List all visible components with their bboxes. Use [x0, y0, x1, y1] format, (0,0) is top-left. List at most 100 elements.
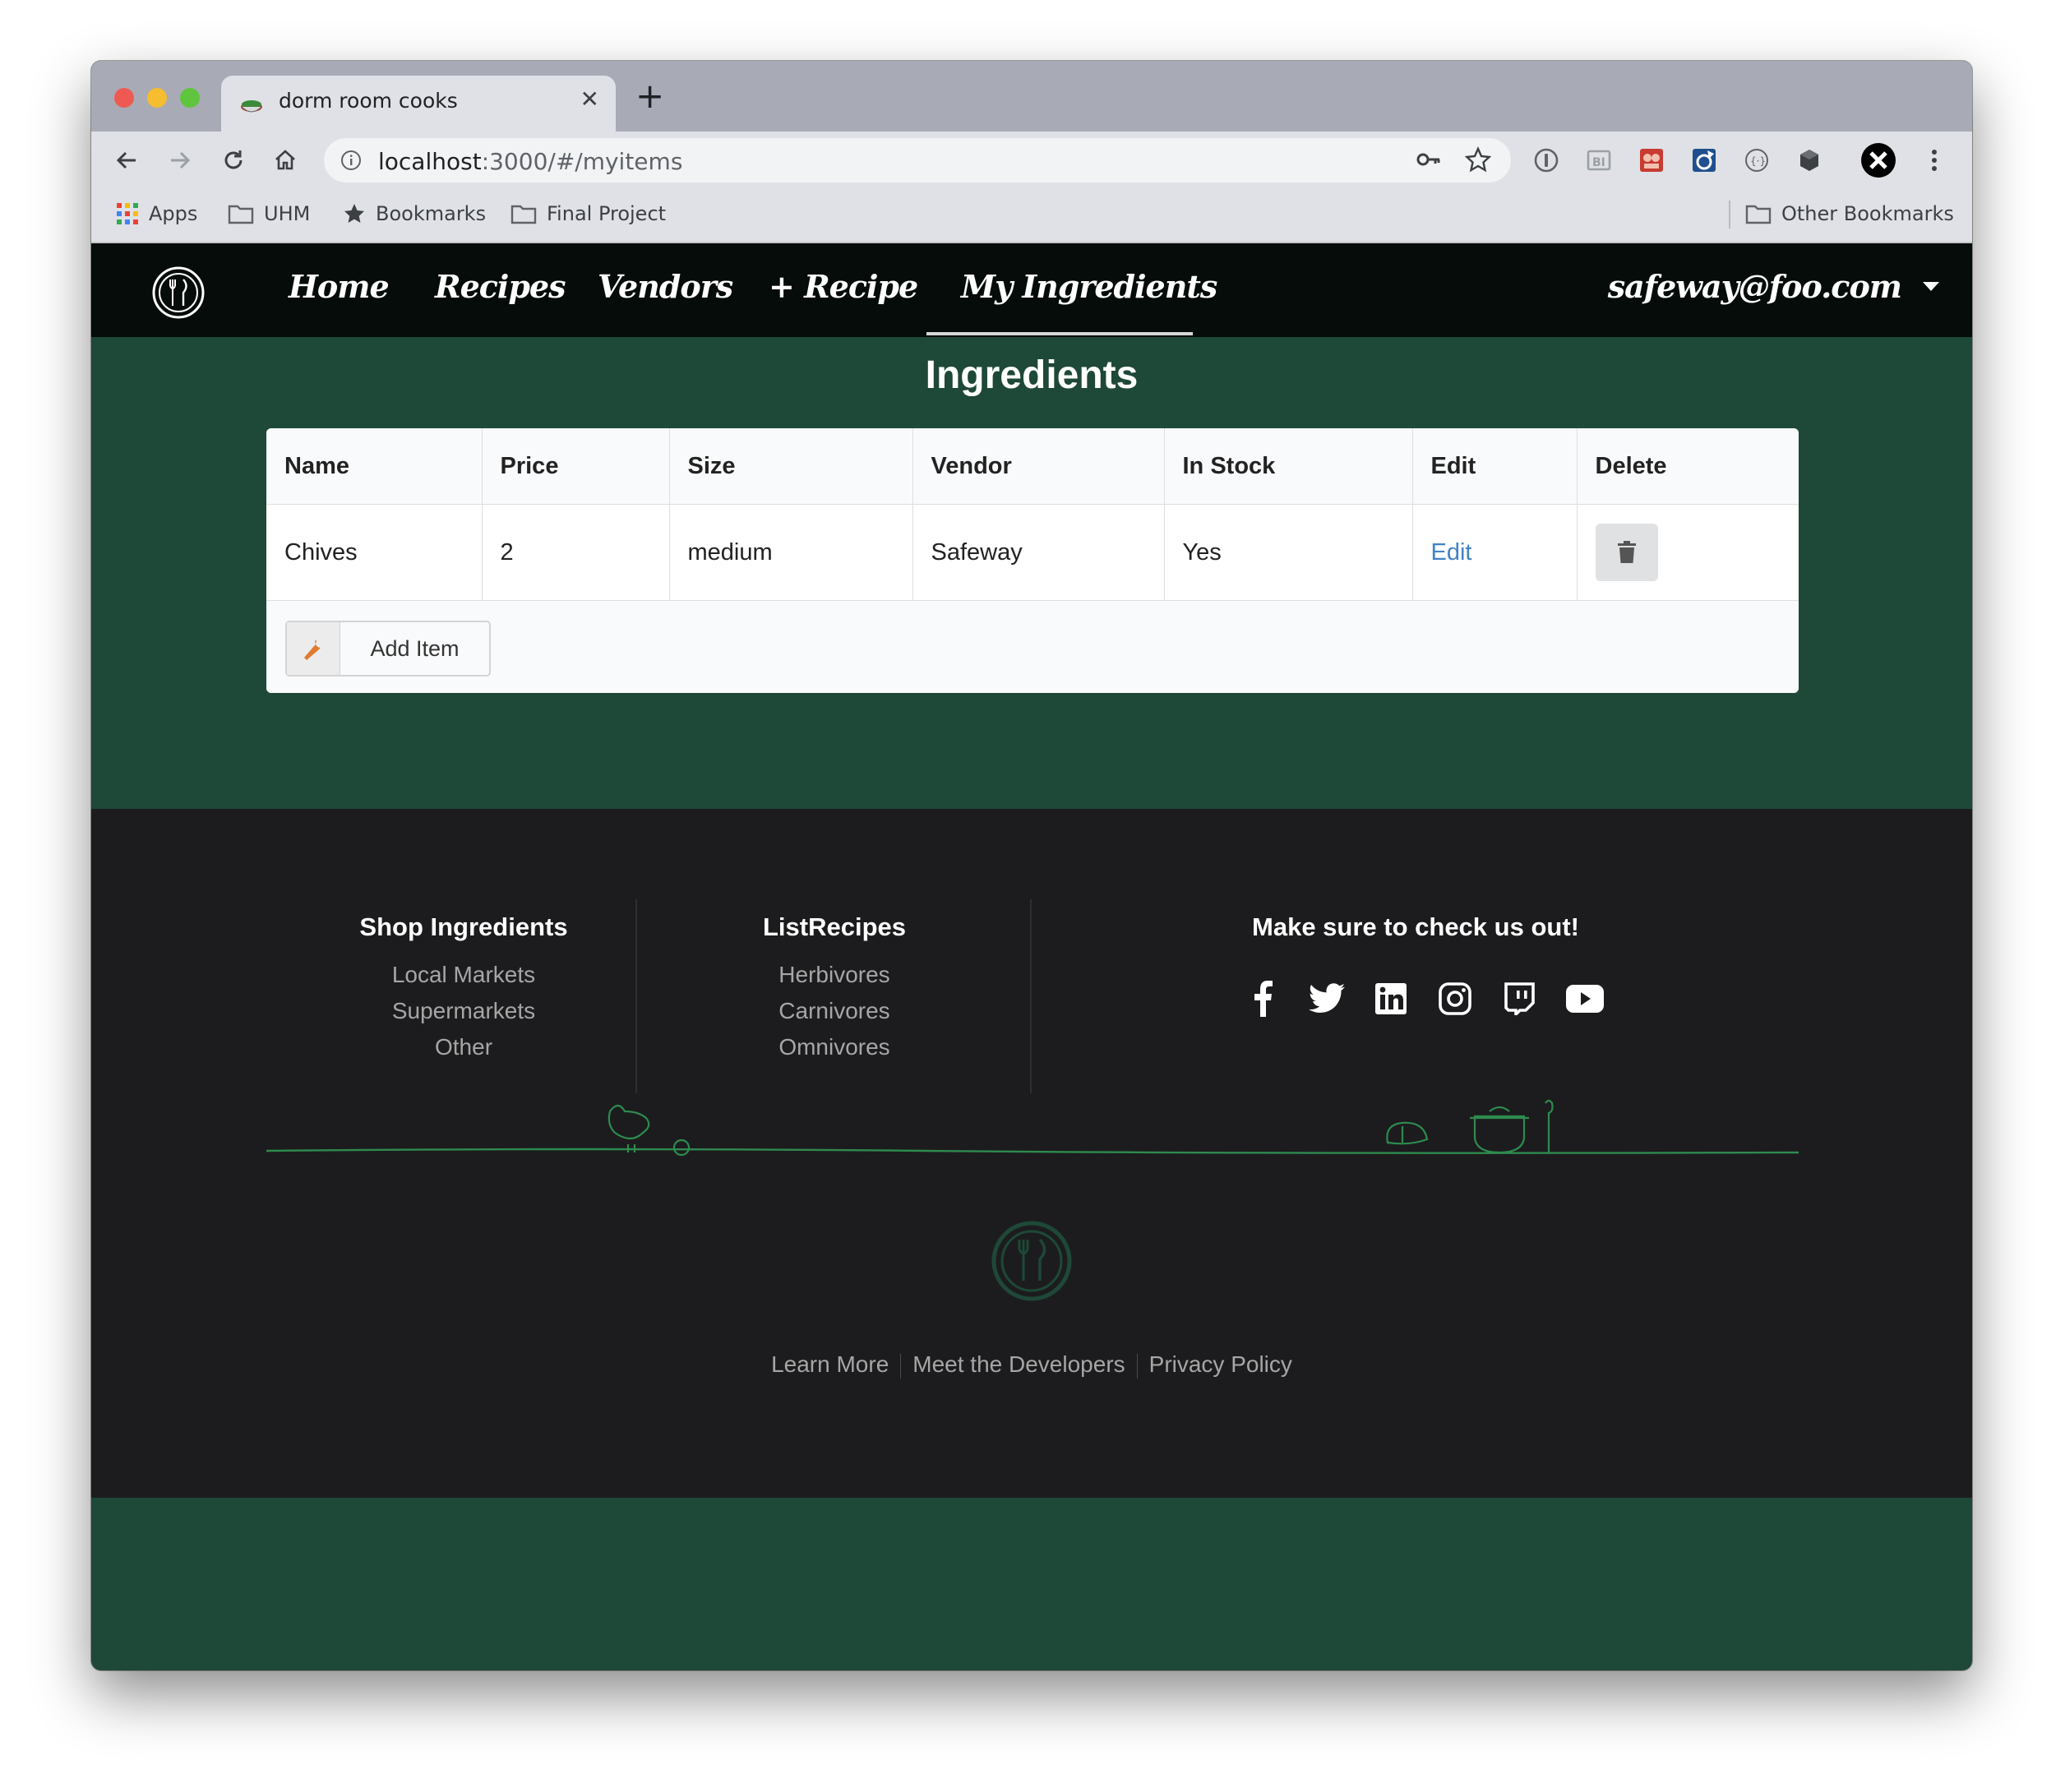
site-footer: Shop Ingredients Local Markets Supermark…: [91, 809, 1972, 1498]
bookmark-label: Other Bookmarks: [1781, 202, 1954, 225]
tab-close-icon[interactable]: ✕: [580, 85, 599, 113]
column-header-name: Name: [266, 428, 483, 505]
linkedin-icon[interactable]: [1370, 978, 1411, 1019]
user-dropdown[interactable]: safeway@foo.com: [1608, 268, 1939, 305]
arrow-right-icon: [171, 151, 191, 169]
add-item-label: Add Item: [370, 635, 460, 661]
instagram-icon[interactable]: [1434, 978, 1476, 1019]
cell-edit: Edit: [1412, 504, 1578, 601]
link-separator: [900, 1353, 902, 1379]
extension-blue-icon[interactable]: [1689, 145, 1719, 175]
link-separator: [1136, 1353, 1138, 1379]
app-navbar: Home Recipes Vendors + Recipe My Ingredi…: [91, 243, 1972, 337]
extension-1password-icon[interactable]: [1531, 145, 1561, 175]
browser-menu-icon[interactable]: [1919, 145, 1949, 175]
table-header-row: Name Price Size Vendor In Stock Edit Del…: [266, 428, 1799, 505]
star-filled-icon: [344, 204, 364, 223]
reload-button[interactable]: [213, 140, 254, 181]
cell-name: Chives: [266, 504, 483, 601]
footer-logo: [991, 1221, 1072, 1301]
forward-button[interactable]: [159, 140, 201, 181]
bookmark-label: UHM: [264, 202, 311, 225]
add-item-button[interactable]: Add Item: [285, 621, 491, 677]
table-row: Chives 2 medium Safeway Yes Edit: [266, 504, 1799, 601]
footer-link-learn-more[interactable]: Learn More: [771, 1351, 889, 1377]
kitchen-doodle-divider: [266, 1099, 1799, 1157]
reload-icon: [224, 150, 243, 169]
folder-icon: [510, 205, 537, 224]
footer-link-supermarkets[interactable]: Supermarkets: [266, 998, 661, 1024]
twitch-icon[interactable]: [1499, 978, 1540, 1019]
column-header-in-stock: In Stock: [1164, 428, 1413, 505]
youtube-icon[interactable]: [1564, 978, 1605, 1019]
address-bar[interactable]: localhost:3000/#/myitems: [324, 138, 1511, 182]
info-icon[interactable]: [340, 150, 362, 171]
star-icon[interactable]: [1465, 146, 1491, 173]
cell-price: 2: [482, 504, 670, 601]
footer-link-herbivores[interactable]: Herbivores: [637, 962, 1032, 988]
ingredients-table: Name Price Size Vendor In Stock Edit Del…: [266, 428, 1799, 601]
table-footer: Add Item: [266, 601, 1799, 693]
footer-link-omnivores[interactable]: Omnivores: [637, 1034, 1032, 1060]
home-button[interactable]: [265, 140, 306, 181]
facebook-icon[interactable]: [1242, 978, 1283, 1019]
bookmarks-bar: Apps UHM Bookmarks Final Project Other B…: [91, 189, 1972, 243]
browser-tab[interactable]: dorm room cooks ✕: [221, 76, 616, 132]
column-header-vendor: Vendor: [912, 428, 1165, 505]
bookmark-uhm[interactable]: UHM: [228, 202, 310, 225]
footer-bottom-links: Learn More Meet the Developers Privacy Pol…: [91, 1351, 1972, 1379]
footer-link-local-markets[interactable]: Local Markets: [266, 962, 661, 988]
bookmark-final-project[interactable]: Final Project: [510, 202, 666, 225]
browser-toolbar: localhost:3000/#/myitems BI {·}: [91, 132, 1972, 189]
bookmark-label: Apps: [149, 202, 198, 225]
nav-recipes[interactable]: Recipes: [435, 268, 566, 305]
footer-heading-social: Make sure to check us out!: [1252, 912, 1579, 941]
column-header-edit: Edit: [1412, 428, 1578, 505]
browser-window: dorm room cooks ✕ + localhost:3000/#/myi…: [91, 61, 1972, 1670]
page-title: Ingredients: [925, 353, 1139, 397]
extension-code-icon[interactable]: {·}: [1742, 145, 1772, 175]
twitter-icon[interactable]: [1306, 978, 1347, 1019]
nav-add-recipe[interactable]: + Recipe: [769, 268, 918, 305]
new-tab-button[interactable]: +: [635, 79, 664, 113]
edit-link[interactable]: Edit: [1431, 539, 1472, 566]
bookmark-other[interactable]: Other Bookmarks: [1745, 202, 1954, 225]
nav-vendors[interactable]: Vendors: [598, 268, 733, 305]
extension-cube-icon[interactable]: [1795, 145, 1824, 175]
cell-size: medium: [669, 504, 913, 601]
column-header-delete: Delete: [1577, 428, 1799, 505]
nav-my-ingredients[interactable]: My Ingredients: [961, 268, 1217, 305]
nav-home[interactable]: Home: [289, 268, 390, 305]
bookmarks-divider: [1729, 201, 1730, 229]
key-icon[interactable]: [1416, 148, 1442, 171]
folder-icon: [1745, 205, 1772, 224]
footer-heading-shop: Shop Ingredients: [359, 912, 568, 941]
trash-icon: [1617, 541, 1636, 563]
extension-bi-icon[interactable]: BI: [1584, 145, 1614, 175]
footer-heading-recipes: ListRecipes: [762, 912, 906, 941]
folder-icon: [228, 205, 254, 224]
footer-link-meet-developers[interactable]: Meet the Developers: [912, 1351, 1125, 1377]
column-header-size: Size: [669, 428, 913, 505]
extension-red-icon[interactable]: [1637, 145, 1666, 175]
zoom-window-button[interactable]: [180, 88, 200, 108]
user-email: safeway@foo.com: [1607, 268, 1902, 305]
footer-link-carnivores[interactable]: Carnivores: [637, 998, 1032, 1024]
cell-vendor: Safeway: [912, 504, 1165, 601]
extension-x-icon[interactable]: [1859, 141, 1898, 180]
column-header-price: Price: [482, 428, 670, 505]
bookmark-label: Bookmarks: [376, 202, 487, 225]
footer-link-privacy-policy[interactable]: Privacy Policy: [1149, 1351, 1292, 1377]
minimize-window-button[interactable]: [147, 88, 167, 108]
dorm-room-cooks-logo[interactable]: [137, 255, 219, 329]
footer-link-other[interactable]: Other: [266, 1034, 661, 1060]
close-window-button[interactable]: [114, 88, 134, 108]
apps-grid-icon: [117, 203, 138, 224]
tab-title: dorm room cooks: [279, 89, 458, 113]
back-button[interactable]: [106, 140, 147, 181]
ingredients-table-container: Name Price Size Vendor In Stock Edit Del…: [266, 428, 1799, 693]
bookmark-apps[interactable]: Apps: [116, 202, 197, 225]
url-host: localhost: [378, 148, 482, 175]
bookmark-bookmarks[interactable]: Bookmarks: [343, 202, 486, 225]
delete-button[interactable]: [1595, 524, 1658, 581]
